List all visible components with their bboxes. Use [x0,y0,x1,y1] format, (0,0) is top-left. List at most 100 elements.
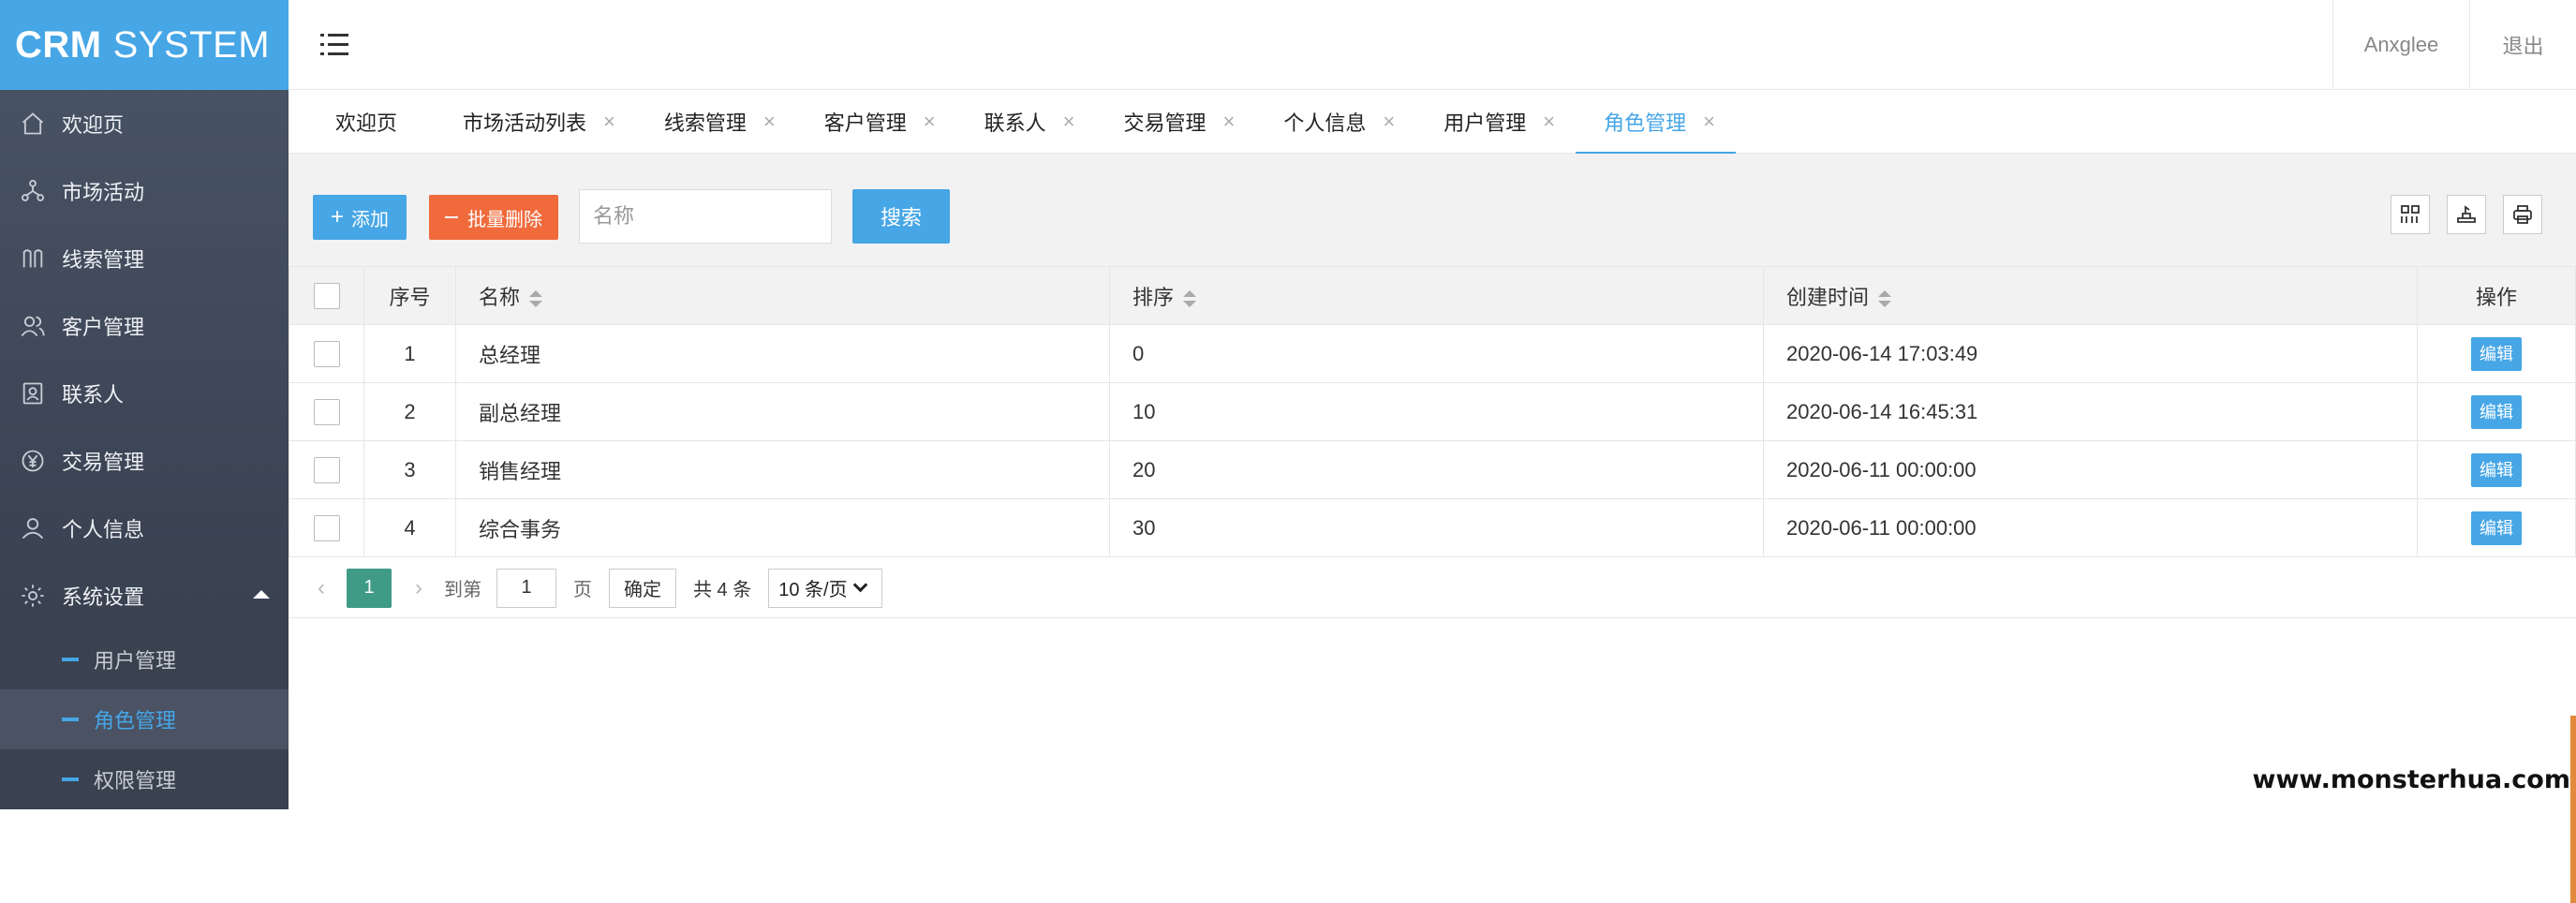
close-icon[interactable]: × [1543,110,1555,134]
select-all-checkbox[interactable] [314,283,340,309]
cell-ops: 编辑 [2418,441,2576,499]
sidebar-subitem-permissions[interactable]: 权限管理 [0,749,289,809]
tab-contacts[interactable]: 联系人× [956,90,1096,154]
edit-button[interactable]: 编辑 [2471,453,2522,487]
tab-marketing-list[interactable]: 市场活动列表 × [435,90,636,154]
sort-icon[interactable] [1878,289,1891,308]
tab-users[interactable]: 用户管理 × [1415,90,1576,154]
header-created[interactable]: 创建时间 [1764,267,2418,325]
page-size-select[interactable]: 10 条/页 [768,569,882,608]
tab-roles[interactable]: 角色管理× [1576,90,1736,154]
plus-icon: + [331,204,344,230]
customers-icon [19,312,47,340]
add-button[interactable]: + 添加 [313,195,407,240]
close-icon[interactable]: × [603,110,615,134]
batch-delete-button[interactable]: 批量删除 [429,195,558,240]
edit-button[interactable]: 编辑 [2471,511,2522,545]
edit-button[interactable]: 编辑 [2471,395,2522,429]
select-all-cell [289,267,364,325]
search-input[interactable] [579,189,832,244]
header-name[interactable]: 名称 [456,267,1110,325]
total-count: 共 4 条 [693,574,751,601]
sidebar-item-customers[interactable]: 客户管理 [0,292,289,360]
sidebar-subitem-label: 用户管理 [94,644,176,674]
sidebar-item-label: 客户管理 [62,311,144,341]
tab-label: 交易管理 [1124,107,1207,137]
clue-icon [19,244,47,273]
tab-customers[interactable]: 客户管理× [796,90,956,154]
sidebar-item-settings[interactable]: 系统设置 [0,562,289,629]
logo-bold: CRM [15,24,102,67]
sidebar-item-welcome[interactable]: 欢迎页 [0,90,289,157]
columns-icon[interactable] [2391,195,2430,234]
tab-label: 个人信息 [1283,107,1366,137]
user-icon [19,514,47,542]
header-actions: Anxglee 退出 [2332,0,2576,89]
menu-toggle-icon[interactable] [320,32,348,58]
tab-clues[interactable]: 线索管理× [636,90,796,154]
page-unit-label: 页 [573,574,592,601]
close-icon[interactable]: × [763,110,776,134]
goto-confirm-button[interactable]: 确定 [609,569,676,608]
chevron-down-icon [852,578,867,593]
sidebar-subitem-users[interactable]: 用户管理 [0,629,289,689]
tab-deals[interactable]: 交易管理 × [1096,90,1256,154]
logout-button[interactable]: 退出 [2469,0,2576,89]
edit-button[interactable]: 编辑 [2471,337,2522,371]
logo-rest: SYSTEM [113,24,270,67]
table-row: 4 综合事务 30 2020-06-11 00:00:00 编辑 [289,499,2576,557]
sidebar-item-deals[interactable]: 交易管理 [0,427,289,495]
cell-ops: 编辑 [2418,383,2576,441]
goto-page-input[interactable] [496,569,556,608]
close-icon[interactable]: × [924,110,936,134]
current-user[interactable]: Anxglee [2332,0,2469,89]
row-checkbox[interactable] [314,457,340,483]
prev-page-icon[interactable]: ‹ [307,575,335,601]
row-checkbox[interactable] [314,515,340,541]
cell-sort: 0 [1110,325,1764,383]
sidebar-item-contacts[interactable]: 联系人 [0,360,289,427]
close-icon[interactable]: × [1703,110,1715,134]
add-button-label: 添加 [351,204,389,231]
row-checkbox[interactable] [314,399,340,425]
watermark: www.monsterhua.com [2253,765,2570,794]
edge-decoration [2570,716,2576,903]
cell-created: 2020-06-14 16:45:31 [1764,383,2418,441]
table-header-row: 序号 名称 排序 创建时间 操作 [289,267,2576,325]
sidebar-item-profile[interactable]: 个人信息 [0,495,289,562]
header-sort[interactable]: 排序 [1110,267,1764,325]
page-size-value: 10 条/页 [778,574,847,601]
export-icon[interactable] [2447,195,2486,234]
sidebar-item-label: 系统设置 [62,581,144,611]
row-checkbox[interactable] [314,341,340,367]
next-page-icon[interactable]: › [405,575,433,601]
close-icon[interactable]: × [1223,110,1236,134]
tab-label: 用户管理 [1443,107,1526,137]
sidebar-item-marketing[interactable]: 市场活动 [0,157,289,225]
cell-index: 3 [364,441,456,499]
print-icon[interactable] [2503,195,2542,234]
sidebar-item-label: 线索管理 [62,244,144,274]
row-select-cell [289,441,364,499]
sort-icon[interactable] [529,289,542,308]
home-icon [19,110,47,138]
app-logo[interactable]: CRM SYSTEM [0,0,289,90]
sidebar-subitem-roles[interactable]: 角色管理 [0,689,289,749]
cell-name: 副总经理 [456,383,1110,441]
close-icon[interactable]: × [1063,110,1075,134]
sort-icon[interactable] [1183,289,1196,308]
page-number-current[interactable]: 1 [347,569,392,608]
cell-index: 1 [364,325,456,383]
table-row: 3 销售经理 20 2020-06-11 00:00:00 编辑 [289,441,2576,499]
tab-welcome[interactable]: 欢迎页 [307,90,435,154]
tab-profile[interactable]: 个人信息 × [1255,90,1415,154]
close-icon[interactable]: × [1383,110,1395,134]
chevron-up-icon [253,590,270,599]
sidebar-item-clues[interactable]: 线索管理 [0,225,289,292]
tab-label: 市场活动列表 [463,107,586,137]
search-button[interactable]: 搜索 [852,189,950,244]
sidebar-item-label: 联系人 [62,378,124,408]
sidebar: CRM SYSTEM 欢迎页 市场活动 线索管理 客户管理 联系人 交易管理 个… [0,0,289,804]
sidebar-item-label: 交易管理 [62,446,144,476]
tab-label: 欢迎页 [335,107,397,137]
